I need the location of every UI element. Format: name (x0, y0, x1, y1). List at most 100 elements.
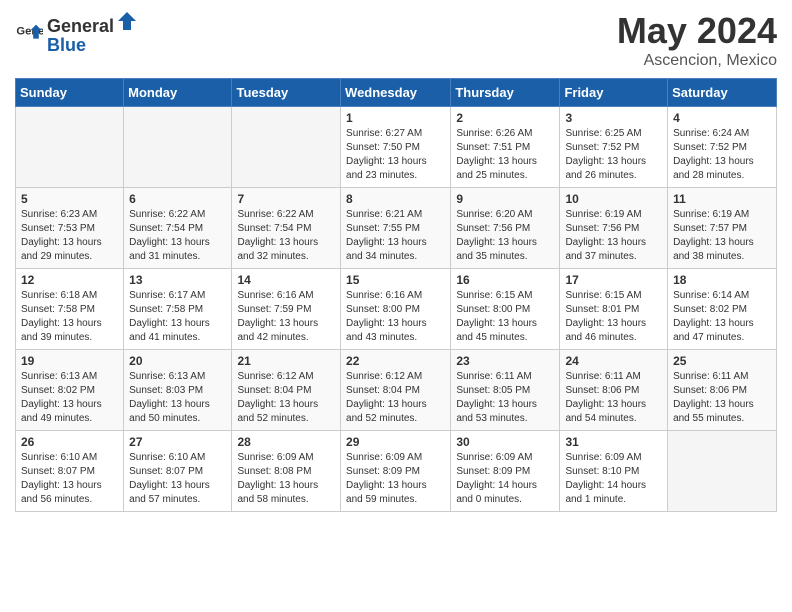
day-info: Sunrise: 6:24 AM Sunset: 7:52 PM Dayligh… (673, 127, 771, 183)
day-number: 11 (673, 192, 771, 206)
sunset-text: Sunset: 7:50 PM (346, 141, 445, 155)
calendar-week-row: 12 Sunrise: 6:18 AM Sunset: 7:58 PM Dayl… (16, 269, 777, 350)
day-info: Sunrise: 6:09 AM Sunset: 8:09 PM Dayligh… (456, 451, 554, 507)
sunrise-text: Sunrise: 6:13 AM (129, 370, 226, 384)
daylight-text: Daylight: 13 hours and 41 minutes. (129, 317, 226, 345)
day-info: Sunrise: 6:12 AM Sunset: 8:04 PM Dayligh… (346, 370, 445, 426)
daylight-text: Daylight: 13 hours and 58 minutes. (237, 479, 335, 507)
day-number: 29 (346, 435, 445, 449)
sunrise-text: Sunrise: 6:15 AM (456, 289, 554, 303)
sunrise-text: Sunrise: 6:16 AM (237, 289, 335, 303)
day-info: Sunrise: 6:13 AM Sunset: 8:02 PM Dayligh… (21, 370, 118, 426)
sunrise-text: Sunrise: 6:20 AM (456, 208, 554, 222)
day-number: 24 (565, 354, 662, 368)
day-info: Sunrise: 6:14 AM Sunset: 8:02 PM Dayligh… (673, 289, 771, 345)
daylight-text: Daylight: 14 hours and 0 minutes. (456, 479, 554, 507)
day-info: Sunrise: 6:27 AM Sunset: 7:50 PM Dayligh… (346, 127, 445, 183)
day-number: 12 (21, 273, 118, 287)
day-info: Sunrise: 6:19 AM Sunset: 7:57 PM Dayligh… (673, 208, 771, 264)
sunset-text: Sunset: 8:03 PM (129, 384, 226, 398)
day-info: Sunrise: 6:19 AM Sunset: 7:56 PM Dayligh… (565, 208, 662, 264)
sunset-text: Sunset: 7:52 PM (673, 141, 771, 155)
sunrise-text: Sunrise: 6:15 AM (565, 289, 662, 303)
calendar-day-cell: 13 Sunrise: 6:17 AM Sunset: 7:58 PM Dayl… (124, 269, 232, 350)
calendar-day-cell: 11 Sunrise: 6:19 AM Sunset: 7:57 PM Dayl… (668, 188, 777, 269)
sunset-text: Sunset: 8:04 PM (237, 384, 335, 398)
day-number: 20 (129, 354, 226, 368)
daylight-text: Daylight: 13 hours and 52 minutes. (237, 398, 335, 426)
day-info: Sunrise: 6:16 AM Sunset: 8:00 PM Dayligh… (346, 289, 445, 345)
calendar-week-row: 1 Sunrise: 6:27 AM Sunset: 7:50 PM Dayli… (16, 107, 777, 188)
calendar-day-cell: 29 Sunrise: 6:09 AM Sunset: 8:09 PM Dayl… (341, 431, 451, 512)
logo-blue-text: Blue (47, 35, 138, 56)
daylight-text: Daylight: 13 hours and 23 minutes. (346, 155, 445, 183)
day-info: Sunrise: 6:09 AM Sunset: 8:08 PM Dayligh… (237, 451, 335, 507)
daylight-text: Daylight: 13 hours and 28 minutes. (673, 155, 771, 183)
day-number: 31 (565, 435, 662, 449)
calendar-day-cell (16, 107, 124, 188)
calendar-day-cell (124, 107, 232, 188)
day-info: Sunrise: 6:10 AM Sunset: 8:07 PM Dayligh… (21, 451, 118, 507)
daylight-text: Daylight: 13 hours and 56 minutes. (21, 479, 118, 507)
daylight-text: Daylight: 13 hours and 38 minutes. (673, 236, 771, 264)
day-info: Sunrise: 6:11 AM Sunset: 8:05 PM Dayligh… (456, 370, 554, 426)
calendar-day-cell: 25 Sunrise: 6:11 AM Sunset: 8:06 PM Dayl… (668, 350, 777, 431)
sunset-text: Sunset: 8:00 PM (346, 303, 445, 317)
calendar-day-cell: 14 Sunrise: 6:16 AM Sunset: 7:59 PM Dayl… (232, 269, 341, 350)
day-info: Sunrise: 6:22 AM Sunset: 7:54 PM Dayligh… (129, 208, 226, 264)
sunset-text: Sunset: 8:01 PM (565, 303, 662, 317)
calendar-day-cell: 16 Sunrise: 6:15 AM Sunset: 8:00 PM Dayl… (451, 269, 560, 350)
sunset-text: Sunset: 7:58 PM (129, 303, 226, 317)
day-number: 1 (346, 111, 445, 125)
calendar-day-cell: 20 Sunrise: 6:13 AM Sunset: 8:03 PM Dayl… (124, 350, 232, 431)
calendar-day-cell: 22 Sunrise: 6:12 AM Sunset: 8:04 PM Dayl… (341, 350, 451, 431)
day-number: 30 (456, 435, 554, 449)
day-info: Sunrise: 6:09 AM Sunset: 8:10 PM Dayligh… (565, 451, 662, 507)
day-number: 2 (456, 111, 554, 125)
calendar-day-cell: 5 Sunrise: 6:23 AM Sunset: 7:53 PM Dayli… (16, 188, 124, 269)
logo: General General Blue (15, 10, 138, 56)
day-number: 7 (237, 192, 335, 206)
calendar-day-cell: 9 Sunrise: 6:20 AM Sunset: 7:56 PM Dayli… (451, 188, 560, 269)
sunrise-text: Sunrise: 6:21 AM (346, 208, 445, 222)
calendar-table: SundayMondayTuesdayWednesdayThursdayFrid… (15, 78, 777, 512)
calendar-day-cell (232, 107, 341, 188)
calendar-day-cell: 8 Sunrise: 6:21 AM Sunset: 7:55 PM Dayli… (341, 188, 451, 269)
day-number: 10 (565, 192, 662, 206)
sunrise-text: Sunrise: 6:19 AM (565, 208, 662, 222)
day-number: 18 (673, 273, 771, 287)
sunrise-text: Sunrise: 6:12 AM (346, 370, 445, 384)
day-info: Sunrise: 6:26 AM Sunset: 7:51 PM Dayligh… (456, 127, 554, 183)
daylight-text: Daylight: 13 hours and 59 minutes. (346, 479, 445, 507)
sunrise-text: Sunrise: 6:09 AM (565, 451, 662, 465)
daylight-text: Daylight: 13 hours and 31 minutes. (129, 236, 226, 264)
day-number: 21 (237, 354, 335, 368)
daylight-text: Daylight: 13 hours and 37 minutes. (565, 236, 662, 264)
calendar-day-cell: 23 Sunrise: 6:11 AM Sunset: 8:05 PM Dayl… (451, 350, 560, 431)
daylight-text: Daylight: 13 hours and 42 minutes. (237, 317, 335, 345)
calendar-day-cell: 28 Sunrise: 6:09 AM Sunset: 8:08 PM Dayl… (232, 431, 341, 512)
calendar-day-cell: 17 Sunrise: 6:15 AM Sunset: 8:01 PM Dayl… (560, 269, 668, 350)
day-info: Sunrise: 6:10 AM Sunset: 8:07 PM Dayligh… (129, 451, 226, 507)
day-info: Sunrise: 6:20 AM Sunset: 7:56 PM Dayligh… (456, 208, 554, 264)
sunrise-text: Sunrise: 6:10 AM (21, 451, 118, 465)
daylight-text: Daylight: 13 hours and 47 minutes. (673, 317, 771, 345)
daylight-text: Daylight: 13 hours and 29 minutes. (21, 236, 118, 264)
day-info: Sunrise: 6:21 AM Sunset: 7:55 PM Dayligh… (346, 208, 445, 264)
calendar-day-cell: 30 Sunrise: 6:09 AM Sunset: 8:09 PM Dayl… (451, 431, 560, 512)
sunset-text: Sunset: 7:58 PM (21, 303, 118, 317)
sunrise-text: Sunrise: 6:14 AM (673, 289, 771, 303)
calendar-day-cell: 12 Sunrise: 6:18 AM Sunset: 7:58 PM Dayl… (16, 269, 124, 350)
daylight-text: Daylight: 13 hours and 35 minutes. (456, 236, 554, 264)
sunset-text: Sunset: 8:04 PM (346, 384, 445, 398)
sunrise-text: Sunrise: 6:09 AM (237, 451, 335, 465)
day-number: 6 (129, 192, 226, 206)
calendar-day-cell: 7 Sunrise: 6:22 AM Sunset: 7:54 PM Dayli… (232, 188, 341, 269)
day-info: Sunrise: 6:25 AM Sunset: 7:52 PM Dayligh… (565, 127, 662, 183)
day-number: 26 (21, 435, 118, 449)
sunrise-text: Sunrise: 6:25 AM (565, 127, 662, 141)
calendar-day-cell: 26 Sunrise: 6:10 AM Sunset: 8:07 PM Dayl… (16, 431, 124, 512)
header: General General Blue May 2024 Ascencion,… (15, 10, 777, 70)
calendar-day-cell: 15 Sunrise: 6:16 AM Sunset: 8:00 PM Dayl… (341, 269, 451, 350)
day-info: Sunrise: 6:12 AM Sunset: 8:04 PM Dayligh… (237, 370, 335, 426)
